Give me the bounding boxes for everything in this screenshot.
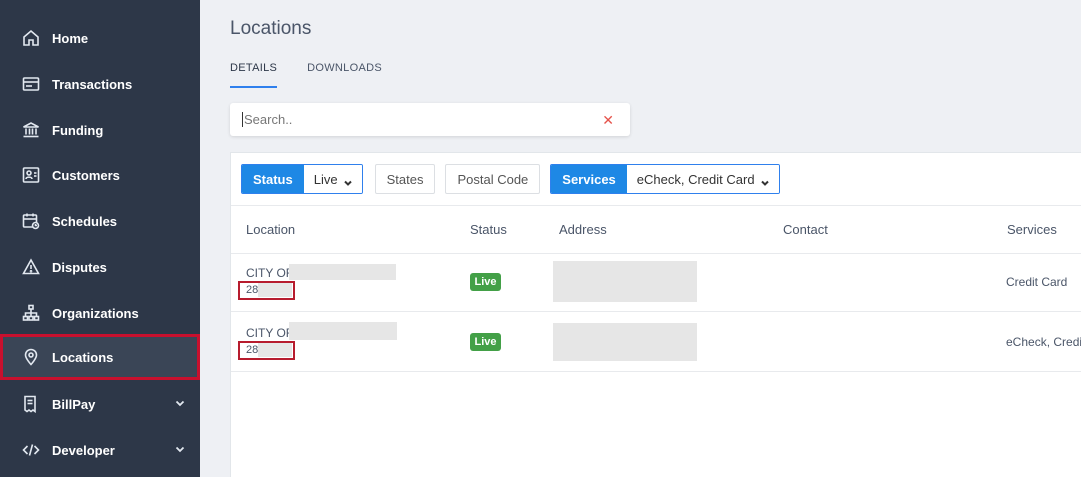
sidebar-item-label: BillPay: [52, 396, 96, 412]
sidebar-item-label: Home: [52, 30, 89, 46]
close-icon[interactable]: ✕: [602, 112, 614, 129]
sidebar-item-locations[interactable]: Locations: [0, 334, 200, 380]
status-filter-dropdown[interactable]: Live: [303, 165, 362, 193]
hierarchy-icon: [22, 304, 40, 322]
sidebar-item-home[interactable]: Home: [0, 15, 200, 61]
sidebar-item-transactions[interactable]: Transactions: [0, 61, 200, 107]
tab-bar: DETAILS DOWNLOADS: [230, 62, 412, 88]
status-filter: Status Live: [241, 164, 363, 194]
services-filter: Services eCheck, Credit Card: [550, 164, 780, 194]
divider: [231, 205, 1081, 206]
sidebar-item-label: Schedules: [52, 213, 118, 229]
location-id: 28: [238, 281, 295, 300]
services-cell: eCheck, Credit Card: [1006, 335, 1081, 349]
sidebar-item-label: Transactions: [52, 76, 133, 92]
location-name: CITY OF: [246, 266, 294, 280]
sidebar-item-label: Organizations: [52, 305, 139, 321]
bank-icon: [22, 121, 40, 139]
column-header-services[interactable]: Services: [1007, 222, 1057, 237]
states-filter-button[interactable]: States: [374, 164, 436, 194]
bill-icon: [22, 395, 40, 413]
location-id: 28: [238, 341, 295, 360]
filter-bar: Status Live States Postal Code Services …: [241, 164, 792, 194]
column-header-address[interactable]: Address: [559, 222, 607, 237]
chevron-down-icon: [760, 175, 769, 186]
services-filter-value: eCheck, Credit Card: [636, 171, 755, 187]
redacted-text: [289, 322, 397, 340]
receipt-icon: [22, 75, 40, 93]
search-input[interactable]: [242, 112, 582, 127]
search-box: ✕: [230, 103, 630, 136]
column-header-status[interactable]: Status: [470, 222, 507, 237]
redacted-address: [553, 323, 697, 361]
column-header-location[interactable]: Location: [246, 222, 295, 237]
postal-code-filter-button[interactable]: Postal Code: [445, 164, 541, 194]
location-name: CITY OF: [246, 326, 294, 340]
sidebar-item-disputes[interactable]: Disputes: [0, 244, 200, 290]
calendar-icon: [22, 212, 40, 230]
chevron-down-icon: [174, 397, 186, 409]
sidebar-item-label: Locations: [52, 349, 114, 365]
sidebar-item-funding[interactable]: Funding: [0, 107, 200, 153]
sidebar-item-billpay[interactable]: BillPay: [0, 381, 200, 427]
main-content: Locations DETAILS DOWNLOADS ✕ Status Liv…: [200, 0, 1081, 477]
map-pin-icon: [22, 348, 40, 366]
sidebar-item-customers[interactable]: Customers: [0, 152, 200, 198]
sidebar-item-label: Funding: [52, 122, 104, 138]
services-filter-dropdown[interactable]: eCheck, Credit Card: [626, 165, 779, 193]
tab-details[interactable]: DETAILS: [230, 62, 278, 88]
warning-icon: [22, 258, 40, 276]
services-filter-label: Services: [551, 165, 627, 193]
chevron-down-icon: [174, 443, 186, 455]
status-filter-value: Live: [313, 171, 338, 187]
chevron-down-icon: [343, 175, 352, 186]
sidebar: Home Transactions Funding Customers Sche…: [0, 0, 200, 477]
divider: [231, 371, 1081, 372]
redacted-address: [553, 261, 697, 302]
home-icon: [22, 29, 40, 47]
customers-icon: [22, 166, 40, 184]
sidebar-item-label: Customers: [52, 167, 120, 183]
sidebar-item-developer[interactable]: Developer: [0, 427, 200, 473]
sidebar-item-organizations[interactable]: Organizations: [0, 290, 200, 336]
tab-downloads[interactable]: DOWNLOADS: [307, 62, 382, 88]
status-badge: Live: [470, 273, 501, 291]
status-badge: Live: [470, 333, 501, 351]
table-row[interactable]: CITY OF 28 Live Credit Card: [231, 253, 1081, 313]
sidebar-item-label: Disputes: [52, 259, 107, 275]
code-icon: [22, 441, 40, 459]
column-header-contact[interactable]: Contact: [783, 222, 828, 237]
status-filter-label: Status: [242, 165, 304, 193]
sidebar-item-label: Developer: [52, 442, 115, 458]
page-title: Locations: [230, 18, 312, 39]
sidebar-item-schedules[interactable]: Schedules: [0, 198, 200, 244]
redacted-text: [289, 264, 396, 280]
table-row[interactable]: CITY OF 28 Live eCheck, Credit Card: [231, 312, 1081, 372]
services-cell: Credit Card: [1006, 275, 1068, 289]
locations-panel: Status Live States Postal Code Services …: [230, 152, 1081, 477]
